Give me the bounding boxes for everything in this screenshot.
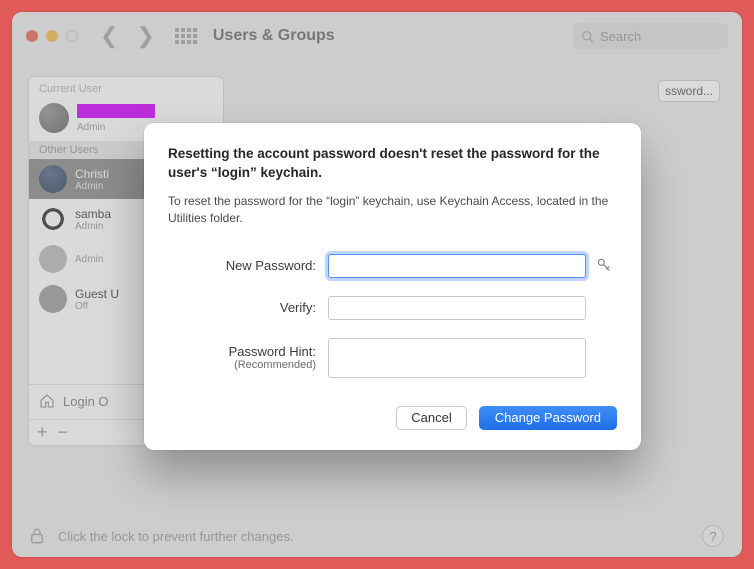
verify-password-input[interactable] <box>328 296 586 320</box>
cancel-button[interactable]: Cancel <box>396 406 466 430</box>
dialog-title: Resetting the account password doesn't r… <box>168 145 617 183</box>
key-icon[interactable] <box>596 257 612 278</box>
dialog-button-row: Cancel Change Password <box>168 406 617 430</box>
preferences-window: ❮ ❯ Users & Groups Search Current User <box>12 12 742 557</box>
change-password-button[interactable]: Change Password <box>479 406 617 430</box>
dialog-subtitle: To reset the password for the “login” ke… <box>168 193 617 228</box>
new-password-label: New Password: <box>168 258 328 273</box>
new-password-input[interactable] <box>328 254 586 278</box>
password-form: New Password: Verify: Password Hint: <box>168 254 617 378</box>
verify-label: Verify: <box>168 300 328 315</box>
reset-password-dialog: Resetting the account password doesn't r… <box>144 123 641 450</box>
password-hint-input[interactable] <box>328 338 586 378</box>
hint-label: Password Hint: (Recommended) <box>168 344 328 371</box>
